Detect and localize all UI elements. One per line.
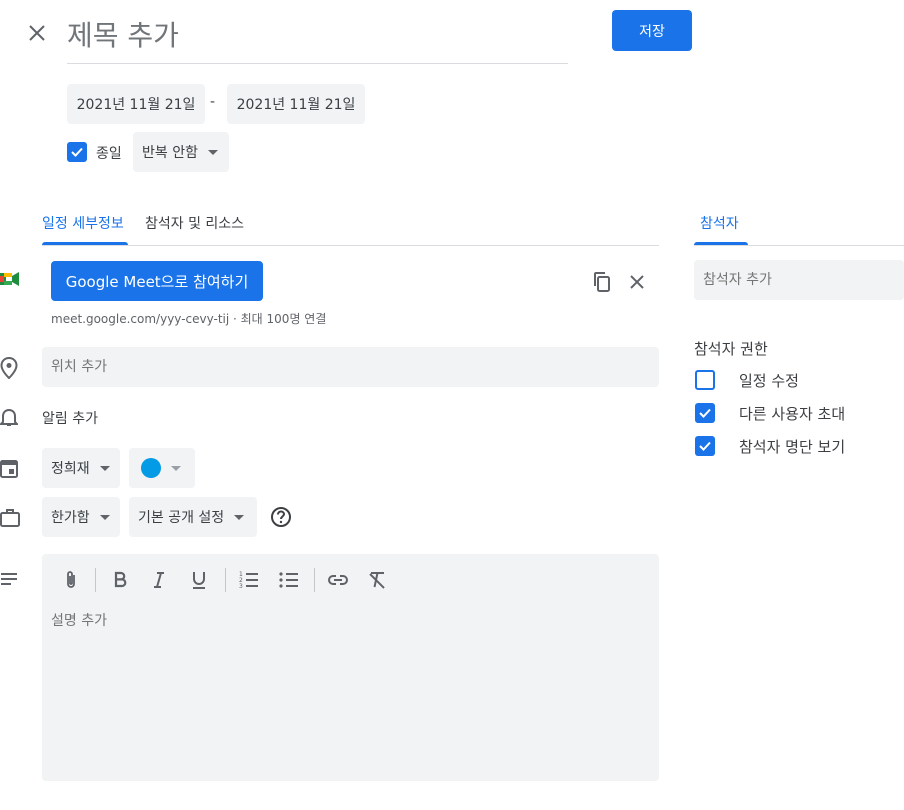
close-icon [630,275,644,289]
checkmark-icon [699,441,711,451]
title-input[interactable] [67,8,568,64]
checkmark-icon [71,147,83,157]
bell-icon [0,407,20,431]
see-guest-list-label: 참석자 명단 보기 [739,438,846,456]
tab-event-details[interactable]: 일정 세부정보 [42,213,124,233]
help-icon [271,507,291,527]
close-button[interactable] [22,18,52,48]
caret-down-icon [171,465,181,471]
italic-button[interactable] [147,568,171,592]
caret-down-icon [207,149,218,155]
toolbar-divider [314,568,315,592]
remove-meet-button[interactable] [627,272,647,292]
caret-down-icon [234,514,245,520]
save-button[interactable]: 저장 [612,10,692,51]
toolbar-divider [225,568,226,592]
guest-permissions-title: 참석자 권한 [694,340,768,358]
tab-guests[interactable]: 참석자 [700,213,739,233]
description-input[interactable] [51,610,649,770]
all-day-label: 종일 [96,146,122,162]
bold-button[interactable] [108,568,132,592]
calendar-owner-dropdown[interactable]: 정희재 [42,448,120,488]
tabs-divider [42,245,659,246]
caret-down-icon [99,514,110,520]
date-separator: - [210,94,216,110]
repeat-selected: 반복 안함 [142,145,198,161]
calendar-icon [0,458,18,482]
checkmark-icon [699,408,711,418]
bulleted-list-icon [279,572,298,588]
bulleted-list-button[interactable] [277,568,301,592]
briefcase-icon [0,507,20,531]
clear-formatting-icon [369,572,385,589]
paperclip-icon [67,571,75,588]
add-guests-input[interactable] [694,260,904,300]
visibility-dropdown[interactable]: 기본 공개 설정 [129,497,257,537]
bold-icon [114,571,127,588]
copy-button[interactable] [590,270,614,294]
event-color-dropdown[interactable] [129,448,195,488]
description-editor[interactable]: 123 [42,554,659,781]
modify-event-label: 일정 수정 [739,372,799,390]
calendar-owner: 정희재 [51,461,90,477]
caret-down-icon [99,465,110,471]
underline-icon [193,572,205,589]
meet-link-info: meet.google.com/yyy-cevy-tij · 최대 100명 연… [51,312,327,326]
repeat-dropdown[interactable]: 반복 안함 [133,132,229,172]
location-input[interactable] [42,347,659,387]
insert-link-button[interactable] [326,568,350,592]
start-date-button[interactable]: 2021년 11월 21일 [67,84,205,124]
busy-status-dropdown[interactable]: 한가함 [42,497,120,537]
numbered-list-button[interactable]: 123 [237,568,261,592]
all-day-checkbox[interactable] [67,142,87,162]
underline-button[interactable] [187,568,211,592]
see-guest-list-checkbox[interactable] [695,436,715,456]
busy-status: 한가함 [51,510,90,526]
join-meet-button[interactable]: Google Meet으로 참여하기 [51,261,263,301]
location-pin-icon [0,356,18,383]
invite-others-checkbox[interactable] [695,403,715,423]
invite-others-label: 다른 사용자 초대 [739,405,846,423]
clear-formatting-button[interactable] [365,568,389,592]
svg-text:3: 3 [239,583,243,590]
google-meet-icon [0,270,20,292]
color-dot [141,458,161,478]
numbered-list-icon: 123 [239,571,258,590]
toolbar-divider [95,568,96,592]
link-icon [328,575,348,585]
add-notification-link[interactable]: 알림 추가 [42,408,98,428]
italic-icon [154,572,164,588]
help-button[interactable] [270,506,292,528]
tab-guests-resources[interactable]: 참석자 및 리소스 [145,213,244,233]
attach-button[interactable] [59,568,83,592]
visibility-selected: 기본 공개 설정 [138,510,225,526]
description-lines-icon [0,571,18,590]
close-icon [29,25,45,41]
modify-event-checkbox[interactable] [695,370,715,390]
copy-icon [594,272,610,292]
guests-tabs-divider [694,245,904,246]
end-date-button[interactable]: 2021년 11월 21일 [227,84,365,124]
